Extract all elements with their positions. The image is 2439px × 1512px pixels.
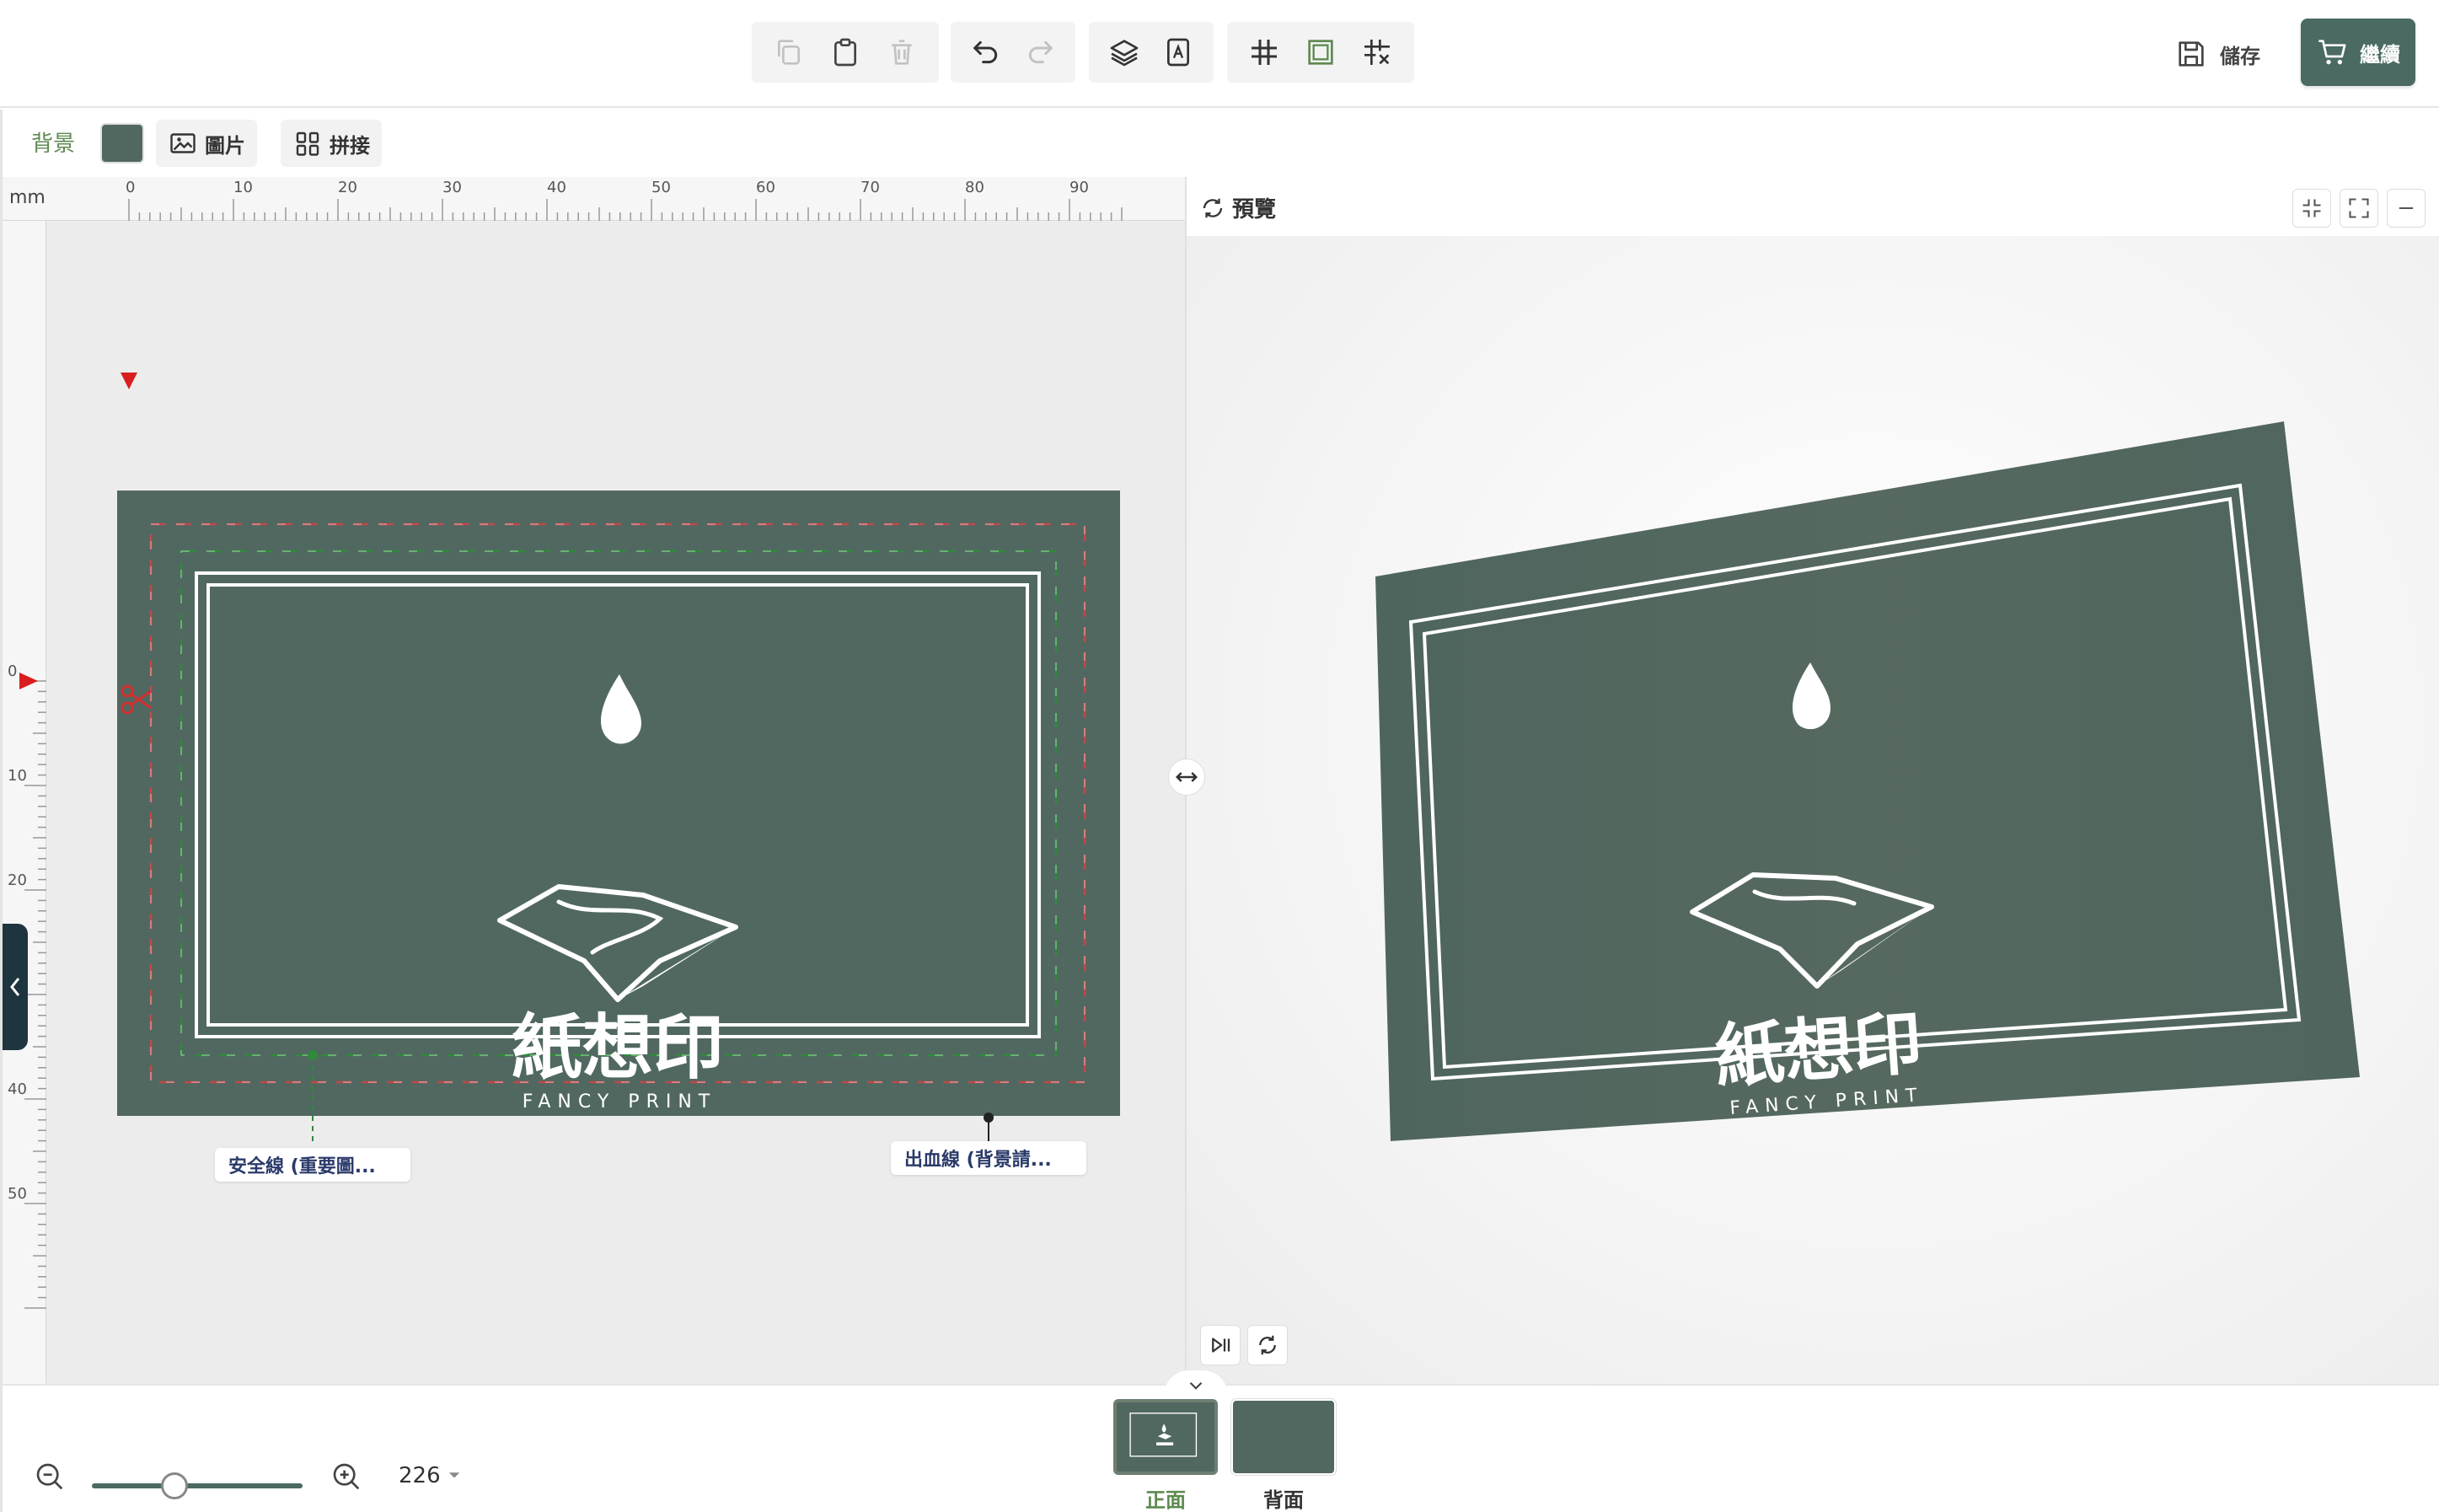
add-image-button[interactable]: 圖片: [156, 120, 257, 167]
preview-panel[interactable]: 預覽 紙想印 FANCY PRINT: [1185, 177, 2439, 1384]
play-pause-icon: [1212, 1338, 1230, 1353]
guide-tool-group: [1227, 22, 1414, 83]
image-icon: [170, 133, 196, 153]
grid-button[interactable]: [1237, 25, 1291, 79]
cart-icon: [2318, 40, 2346, 65]
chevron-down-icon: [1189, 1381, 1203, 1390]
element-toolbar: 背景 圖片 拼接: [0, 110, 2439, 177]
bleed-leader-dot: [984, 1113, 994, 1123]
paste-button[interactable]: [818, 25, 872, 79]
horizontal-arrows-icon: [1175, 772, 1198, 782]
back-page-label: 背面: [1263, 1488, 1304, 1512]
splice-icon: [296, 131, 319, 156]
zoom-in-button[interactable]: [328, 1458, 367, 1497]
image-label: 圖片: [205, 133, 245, 158]
background-color-swatch[interactable]: [100, 123, 144, 164]
safety-line-label: 安全線 (重要圖...: [228, 1156, 376, 1177]
brand-name-en[interactable]: FANCY PRINT: [523, 1091, 716, 1113]
vertical-origin-marker: [19, 673, 38, 689]
grid-snap-icon: [1364, 40, 1391, 65]
frame-icon: [1308, 40, 1333, 65]
paste-icon: [834, 38, 856, 67]
app-root: 儲存 繼續 背景 圖片 拼接 mm 0 10 20 30 40 50 60 70 80 90 01…: [0, 0, 2439, 1512]
layers-icon: [1110, 40, 1139, 67]
rotate-button[interactable]: [1247, 1325, 1288, 1365]
rotate-icon: [1259, 1335, 1276, 1355]
copy-button[interactable]: [762, 25, 816, 79]
brand-name-cn[interactable]: 紙想印: [512, 1005, 724, 1089]
save-label: 儲存: [2220, 44, 2260, 68]
horizontal-origin-marker: [121, 373, 137, 389]
front-page-label: 正面: [1145, 1488, 1186, 1512]
grid-icon: [1251, 40, 1277, 65]
layers-button[interactable]: [1097, 25, 1151, 79]
safety-leader-dot: [308, 1050, 318, 1060]
save-icon: [2179, 41, 2204, 67]
save-button[interactable]: 儲存: [2174, 25, 2284, 83]
front-page-thumbnail[interactable]: [1113, 1399, 1218, 1475]
text-frame-icon: [1167, 38, 1189, 67]
history-tool-group: [951, 22, 1075, 83]
trash-icon: [892, 40, 912, 65]
bleed-line-callout[interactable]: 出血線 (背景請...: [891, 1141, 1086, 1175]
chevron-left-icon: [10, 978, 20, 996]
splice-label: 拼接: [330, 133, 370, 158]
undo-button[interactable]: [959, 25, 1013, 79]
text-frame-button[interactable]: [1151, 25, 1205, 79]
safety-line-callout[interactable]: 安全線 (重要圖...: [215, 1148, 410, 1182]
undo-icon: [973, 40, 998, 64]
split-resize-handle[interactable]: [1168, 759, 1205, 796]
redo-button[interactable]: [1013, 25, 1067, 79]
editor-canvas-panel[interactable]: mm 0 10 20 30 40 50 60 70 80 90 0 10 20 40 50: [0, 177, 1187, 1384]
background-label: 背景: [31, 131, 76, 157]
delete-button[interactable]: [875, 25, 929, 79]
preview-3d-render[interactable]: 紙想印 FANCY PRINT: [1187, 177, 2439, 1384]
continue-label: 繼續: [2360, 42, 2400, 67]
top-toolbar: 儲存 繼續: [0, 0, 2439, 108]
zoom-out-button[interactable]: [31, 1458, 70, 1497]
continue-button[interactable]: 繼續: [2301, 19, 2415, 86]
side-panel-toggle[interactable]: [3, 924, 28, 1050]
preview-brand-cn: 紙想印: [1713, 1003, 1925, 1098]
back-page-thumbnail[interactable]: [1231, 1399, 1336, 1475]
grid-snap-button[interactable]: [1350, 25, 1404, 79]
edit-tool-group: [752, 22, 939, 83]
layer-tool-group: [1089, 22, 1214, 83]
chevron-down-icon: [448, 1472, 459, 1478]
zoom-slider[interactable]: [92, 1472, 303, 1499]
zoom-level-value: 226: [399, 1463, 441, 1488]
redo-icon: [1028, 40, 1053, 64]
frame-button[interactable]: [1294, 25, 1348, 79]
splice-button[interactable]: 拼接: [281, 120, 382, 167]
play-pause-button[interactable]: [1200, 1325, 1241, 1365]
zoom-out-icon: [36, 1463, 63, 1490]
zoom-in-icon: [333, 1463, 360, 1490]
design-canvas[interactable]: 紙想印 FANCY PRINT: [3, 177, 1187, 1384]
front-thumbnail-preview: [1129, 1413, 1198, 1457]
zoom-slider-thumb[interactable]: [160, 1472, 188, 1499]
copy-icon: [777, 40, 800, 65]
zoom-level-select[interactable]: 226: [399, 1463, 461, 1488]
bottom-bar: 226 正面 背面: [0, 1370, 2439, 1512]
bleed-line-label: 出血線 (背景請...: [904, 1150, 1052, 1171]
